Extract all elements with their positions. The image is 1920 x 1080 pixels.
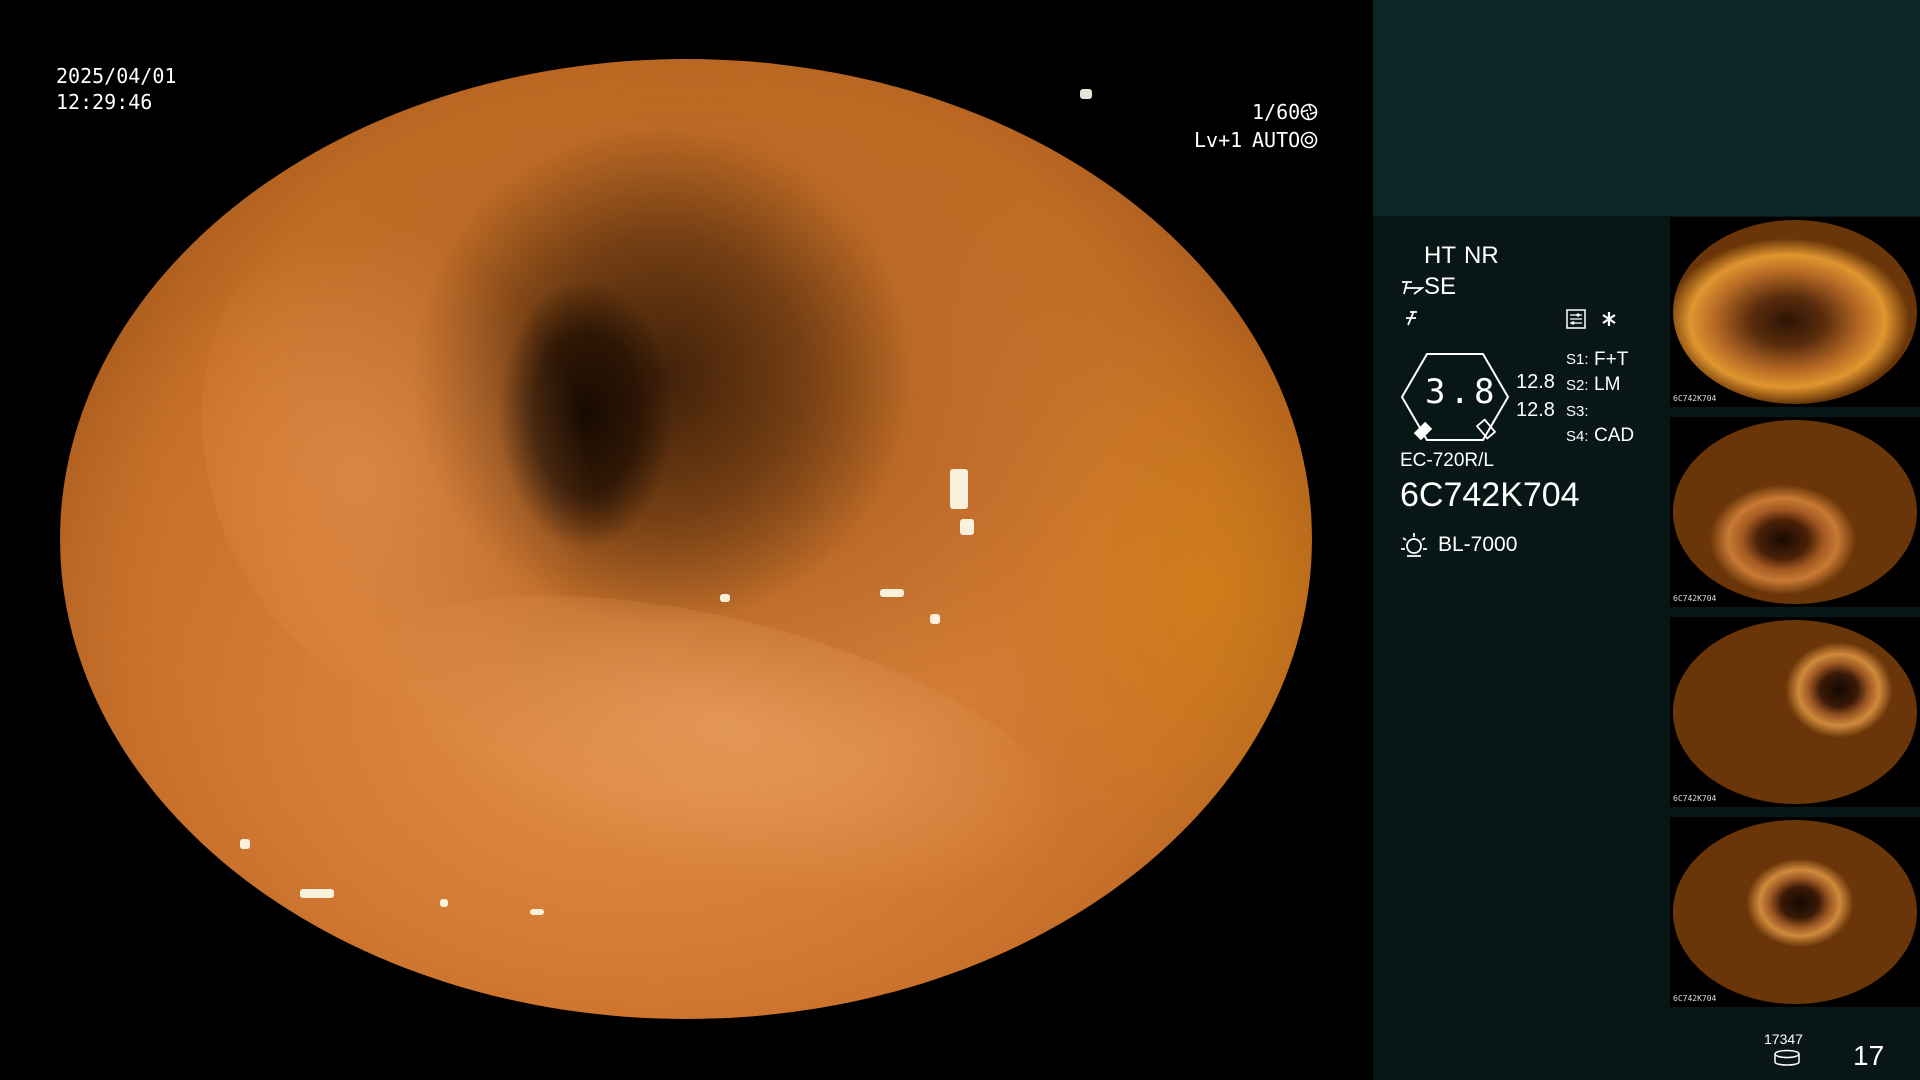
time-display: 12:29:46 [56,90,153,114]
light-source-icon [1401,533,1427,557]
light-reflection [880,589,904,597]
thumbnail-label: 6C742K704 [1673,594,1717,603]
endoscope-view [0,0,1372,1080]
switch-key-s3: S3: [1566,403,1589,420]
light-reflection [930,614,940,624]
light-reflection [950,469,968,509]
brightness-level: Lv+1 [1194,128,1243,152]
capture-index: 17 [1853,1040,1885,1071]
thumbnail[interactable]: 6C742K704 [1670,817,1920,1007]
structure-enhance-icon [1402,281,1424,295]
date-display: 2025/04/01 [56,64,177,88]
light-reflection [300,889,334,898]
asterisk-icon [1602,312,1616,326]
light-reflection [1080,89,1092,99]
ht-indicator: HT [1424,242,1456,269]
iris-mode: AUTO [1252,128,1301,152]
switch-value-s1: F+T [1594,349,1629,370]
scope-model: EC-720R/L [1400,450,1494,471]
thumbnail-label: 6C742K704 [1673,994,1717,1003]
storage-icon [1774,1049,1800,1066]
light-reflection [960,519,974,535]
switch-value-s4: CAD [1594,425,1635,446]
thumbnail-label: 6C742K704 [1673,394,1717,403]
endoscopic-image [60,59,1312,1019]
image-count: 17347 [1764,1031,1803,1047]
scope-serial: 6C742K704 [1400,476,1580,514]
shutter-speed: 1/60 [1252,100,1301,124]
se-indicator: SE [1424,273,1457,300]
switch-value-s2: LM [1594,374,1621,395]
switch-key-s4: S4: [1566,428,1589,445]
light-reflection [720,594,730,602]
light-source: BL-7000 [1438,533,1518,556]
nr-indicator: NR [1464,242,1499,269]
panel-header [1373,0,1920,216]
switch-key-s1: S1: [1566,351,1589,368]
thumbnail[interactable]: 6C742K704 [1670,217,1920,407]
light-reflection [240,839,250,849]
thumbnail[interactable]: 6C742K704 [1670,417,1920,607]
switch-key-s2: S2: [1566,377,1589,394]
record-settings-icon [1566,309,1586,329]
color-mode-icon [1406,310,1417,326]
light-reflection [530,909,544,915]
zoom-value: 3.8 [1425,372,1499,412]
iris-icon [1300,131,1318,149]
value-2: 12.8 [1516,399,1555,421]
value-1: 12.8 [1516,371,1555,393]
shutter-icon [1300,103,1318,121]
light-reflection [440,899,448,907]
thumbnail[interactable]: 6C742K704 [1670,617,1920,807]
thumbnail-label: 6C742K704 [1673,794,1717,803]
